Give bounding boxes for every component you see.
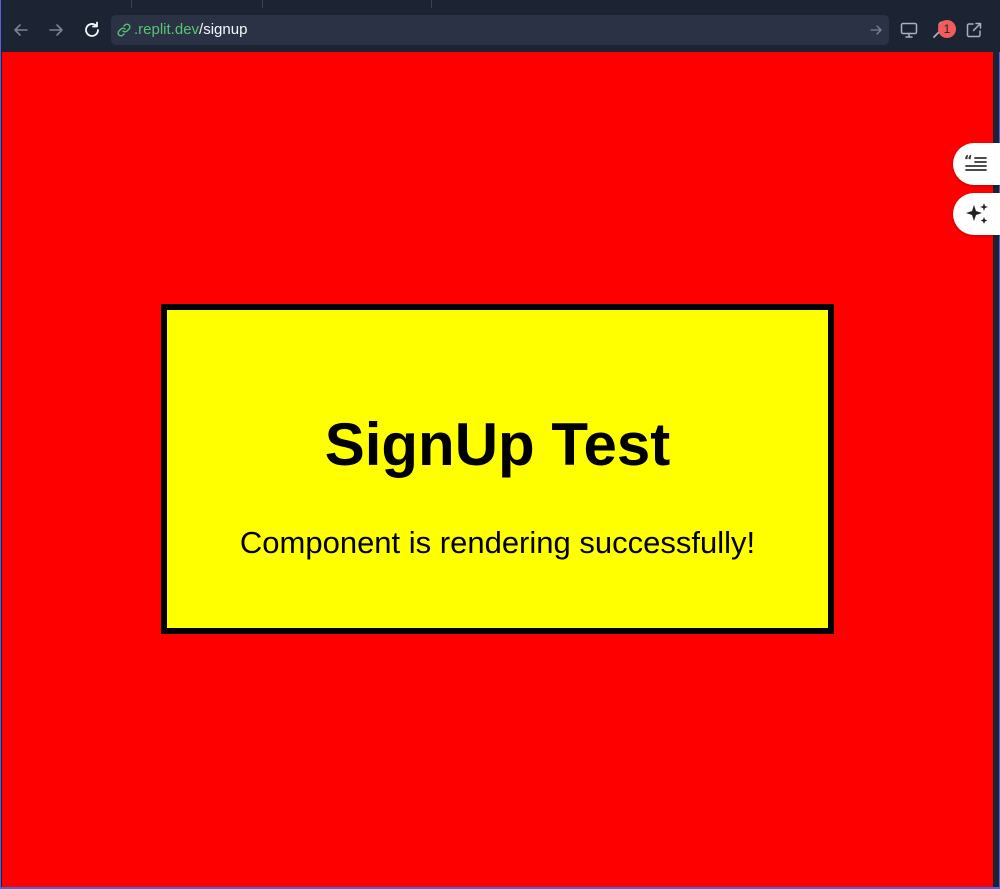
- ai-assist-button[interactable]: [953, 193, 1000, 235]
- tab-strip: [1, 0, 1000, 8]
- browser-toolbar: .replit.dev/signup 1: [1, 8, 1000, 52]
- monitor-icon: [900, 22, 918, 38]
- external-link-icon: [966, 22, 982, 38]
- reload-icon: [85, 21, 99, 37]
- go-arrow-icon[interactable]: [869, 23, 883, 37]
- forward-button[interactable]: [44, 18, 68, 42]
- status-message: Component is rendering successfully!: [239, 525, 756, 560]
- back-button[interactable]: [9, 18, 33, 42]
- url-host: .replit.dev: [134, 21, 200, 38]
- sparkles-icon: [966, 203, 988, 224]
- devices-button[interactable]: [897, 18, 921, 42]
- open-new-tab-button[interactable]: [962, 18, 986, 42]
- address-bar[interactable]: .replit.dev/signup: [111, 15, 889, 45]
- page-title: SignUp Test: [324, 411, 671, 478]
- url-path: /signup: [199, 21, 248, 38]
- notification-badge: 1: [938, 20, 956, 38]
- arrow-right-icon: [49, 24, 63, 36]
- reload-button[interactable]: [80, 18, 104, 42]
- quote-list-icon: “: [964, 154, 987, 171]
- link-icon: [117, 23, 131, 37]
- url-text: .replit.dev/signup: [134, 21, 247, 39]
- signup-test-card: SignUp Test Component is rendering succe…: [161, 304, 834, 634]
- page-viewport: SignUp Test Component is rendering succe…: [2, 52, 993, 887]
- arrow-left-icon: [14, 24, 28, 36]
- quote-list-button[interactable]: “: [953, 143, 1000, 185]
- browser-window: .replit.dev/signup 1 SignUp Test Compone…: [0, 0, 1000, 889]
